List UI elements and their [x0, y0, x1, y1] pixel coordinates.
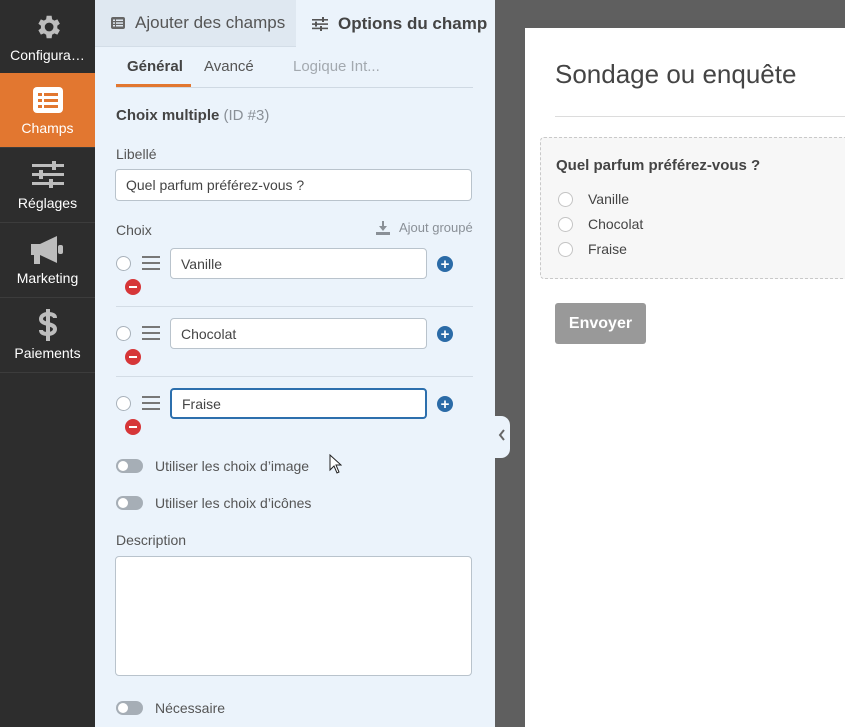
sliders-icon [312, 16, 328, 31]
divider [555, 116, 845, 117]
submit-button[interactable]: Envoyer [555, 303, 646, 344]
download-icon [376, 220, 390, 235]
nav-item-payments[interactable]: Paiements [0, 298, 95, 373]
image-choices-toggle-row: Utiliser les choix d’image [116, 458, 309, 474]
subtab-conditional-logic[interactable]: Logique Int... [293, 58, 380, 75]
choice-input[interactable]: Chocolat [170, 318, 427, 349]
dollar-icon [0, 309, 95, 341]
add-choice-icon[interactable]: + [437, 256, 453, 272]
drag-handle-icon[interactable] [142, 326, 160, 340]
drag-handle-icon[interactable] [142, 256, 160, 270]
divider [116, 376, 473, 377]
option-label: Vanille [588, 191, 629, 207]
label-input[interactable]: Quel parfum préférez-vous ? [115, 169, 472, 201]
remove-choice-icon[interactable] [125, 279, 141, 295]
choice-input[interactable]: Vanille [170, 248, 427, 279]
radio[interactable] [558, 191, 573, 207]
form-preview: Sondage ou enquête Quel parfum préférez-… [525, 28, 845, 727]
choice-row: Vanille + [116, 248, 473, 318]
nav-label: Réglages [17, 195, 78, 211]
drag-handle-icon[interactable] [142, 396, 160, 410]
radio[interactable] [558, 241, 573, 257]
remove-choice-icon[interactable] [125, 349, 141, 365]
choices-caption: Choix [116, 222, 152, 238]
field-title: Choix multiple (ID #3) [116, 107, 269, 124]
description-caption: Description [116, 532, 187, 548]
nav-label: Champs [21, 120, 74, 136]
image-choices-toggle[interactable] [116, 459, 143, 473]
radio[interactable] [558, 216, 573, 232]
panel-tabs: Ajouter des champs Options du champ [95, 0, 495, 47]
left-navigation: Configura… Champs Réglages Marketing Pai… [0, 0, 95, 727]
option-label: Fraise [588, 241, 627, 257]
bulk-add-button[interactable]: Ajout groupé [376, 220, 473, 235]
tab-field-options[interactable]: Options du champ [296, 0, 495, 47]
sliders-icon [0, 160, 95, 190]
choice-row: Fraise + [116, 388, 473, 458]
collapse-panel-button[interactable] [493, 416, 510, 458]
default-choice-radio[interactable] [116, 396, 131, 411]
preview-option[interactable]: Vanille [558, 191, 629, 207]
list-icon [0, 85, 95, 115]
required-toggle-row: Nécessaire [116, 700, 225, 716]
gear-icon [0, 12, 95, 42]
tab-label: Options du champ [338, 13, 488, 33]
required-toggle[interactable] [116, 701, 143, 715]
subtab-general[interactable]: Général [127, 58, 183, 75]
add-choice-icon[interactable]: + [437, 326, 453, 342]
nav-label: Paiements [14, 345, 81, 361]
nav-item-marketing[interactable]: Marketing [0, 223, 95, 298]
megaphone-icon [0, 235, 95, 265]
choice-row: Chocolat + [116, 318, 473, 388]
subtabs: Général Avancé Logique Int... [116, 47, 473, 88]
icon-choices-toggle-row: Utiliser les choix d’icônes [116, 495, 311, 511]
toggle-label: Nécessaire [155, 700, 226, 716]
chevron-left-icon [498, 428, 506, 446]
option-label: Chocolat [588, 216, 644, 232]
divider [116, 306, 473, 307]
field-options-panel: Ajouter des champs Options du champ Géné… [95, 0, 495, 727]
preview-option[interactable]: Fraise [558, 241, 627, 257]
tab-label: Ajouter des champs [135, 13, 286, 32]
choice-input[interactable]: Fraise [170, 388, 427, 419]
subtab-advanced[interactable]: Avancé [204, 58, 254, 75]
nav-item-fields[interactable]: Champs [0, 73, 95, 148]
tab-add-fields[interactable]: Ajouter des champs [95, 0, 296, 47]
preview-option[interactable]: Chocolat [558, 216, 643, 232]
bulk-add-label: Ajout groupé [399, 220, 473, 235]
field-id: (ID #3) [223, 107, 270, 124]
toggle-label: Utiliser les choix d’image [155, 458, 310, 474]
label-caption: Libellé [116, 146, 157, 162]
preview-field-multiple-choice[interactable]: Quel parfum préférez-vous ? Vanille Choc… [540, 137, 845, 279]
field-type: Choix multiple [116, 107, 220, 124]
nav-item-settings[interactable]: Réglages [0, 148, 95, 223]
default-choice-radio[interactable] [116, 256, 131, 271]
nav-item-configuration[interactable]: Configura… [0, 0, 95, 75]
description-textarea[interactable] [115, 556, 472, 676]
remove-choice-icon[interactable] [125, 419, 141, 435]
list-icon [111, 17, 125, 29]
nav-label: Marketing [16, 270, 79, 286]
toggle-label: Utiliser les choix d’icônes [155, 495, 312, 511]
nav-label: Configura… [10, 47, 85, 63]
preview-question: Quel parfum préférez-vous ? [556, 157, 761, 174]
add-choice-icon[interactable]: + [437, 396, 453, 412]
icon-choices-toggle[interactable] [116, 496, 143, 510]
form-title: Sondage ou enquête [555, 59, 797, 89]
mouse-cursor-icon [329, 453, 343, 479]
active-subtab-indicator [116, 84, 191, 87]
default-choice-radio[interactable] [116, 326, 131, 341]
